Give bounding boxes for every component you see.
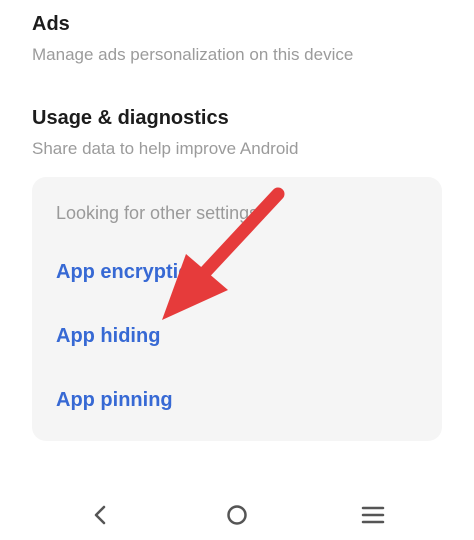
- home-icon: [227, 505, 247, 525]
- app-encryption-link[interactable]: App encryption: [56, 261, 203, 284]
- usage-diagnostics-subtitle: Share data to help improve Android: [32, 139, 299, 158]
- recents-button[interactable]: [358, 500, 388, 530]
- app-hiding-link[interactable]: App hiding: [56, 325, 160, 348]
- usage-diagnostics-setting[interactable]: Usage & diagnostics Share data to help i…: [32, 104, 450, 161]
- home-button[interactable]: [222, 500, 252, 530]
- ads-title: Ads: [32, 13, 70, 35]
- app-pinning-link[interactable]: App pinning: [56, 389, 173, 412]
- other-settings-card: Looking for other settings? App encrypti…: [32, 177, 442, 441]
- other-settings-heading: Looking for other settings?: [56, 203, 269, 223]
- ads-subtitle: Manage ads personalization on this devic…: [32, 45, 354, 64]
- back-button[interactable]: [85, 500, 115, 530]
- menu-icon: [361, 506, 385, 524]
- navigation-bar: [0, 490, 474, 540]
- back-icon: [94, 505, 106, 525]
- ads-setting[interactable]: Ads Manage ads personalization on this d…: [32, 10, 450, 67]
- settings-screen: Ads Manage ads personalization on this d…: [0, 0, 474, 540]
- usage-diagnostics-title: Usage & diagnostics: [32, 107, 229, 129]
